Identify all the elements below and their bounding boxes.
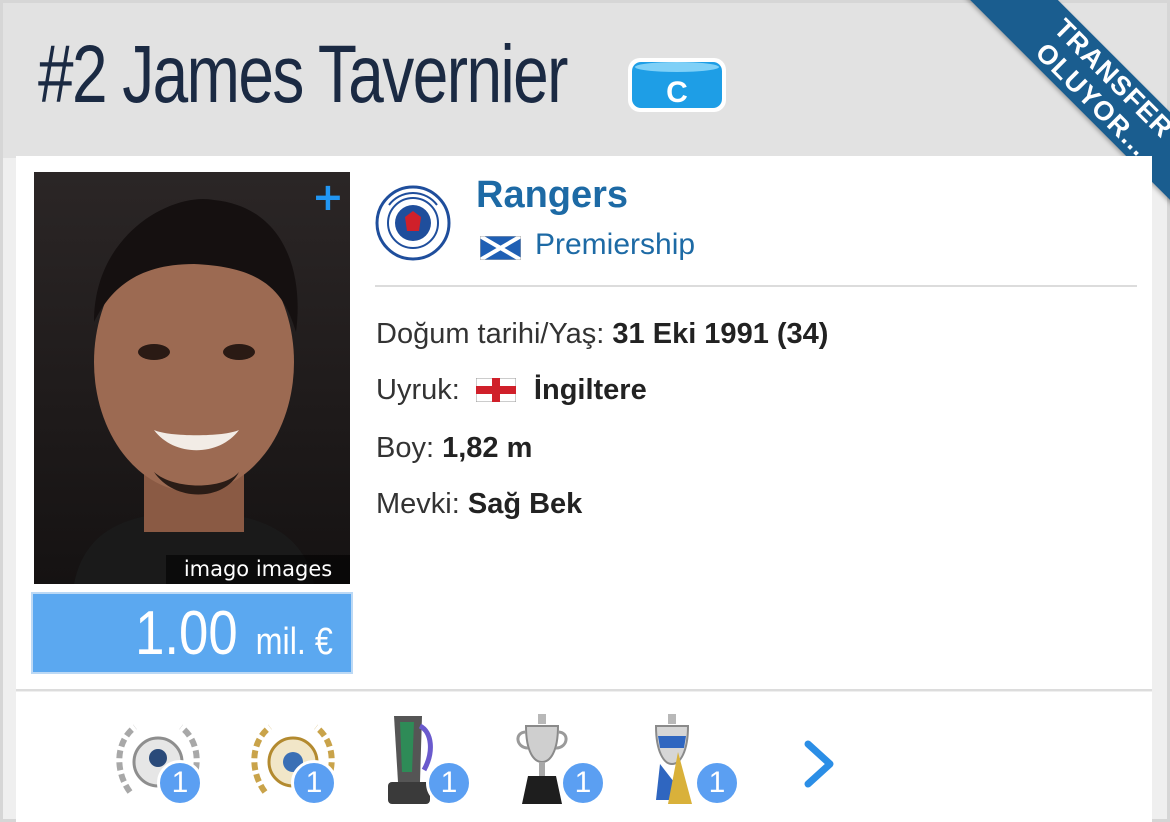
scotland-flag-icon [480, 236, 521, 260]
player-name-title: #2 James Tavernier [38, 29, 568, 120]
trophy-count-badge: 1 [426, 760, 472, 806]
position-label: Mevki: [376, 488, 460, 520]
height-row: Boy: 1,82 m [376, 432, 532, 465]
trophy-divider [16, 689, 1152, 691]
height-label: Boy: [376, 432, 435, 464]
position-row: Mevki: Sağ Bek [376, 488, 582, 521]
trophy-count-badge: 1 [560, 760, 606, 806]
photo-credit: imago images [166, 555, 350, 584]
info-divider [375, 285, 1137, 287]
market-value-unit: mil. € [255, 621, 333, 663]
height-value: 1,82 m [442, 432, 533, 464]
nationality-value[interactable]: İngiltere [534, 374, 647, 406]
rangers-crest-icon[interactable] [375, 185, 451, 261]
nationality-row: Uyruk: İngiltere [376, 374, 647, 407]
photo-expand-icon[interactable]: + [312, 178, 344, 216]
trophy-count-badge: 1 [291, 760, 337, 806]
england-flag-icon [475, 378, 516, 402]
chevron-right-icon[interactable] [800, 738, 840, 790]
captain-armband-icon: C [628, 58, 726, 112]
market-value-box[interactable]: 1.00 mil. € [31, 592, 353, 674]
player-photo[interactable] [34, 172, 350, 584]
birth-date-row: Doğum tarihi/Yaş: 31 Eki 1991 (34) [376, 318, 828, 351]
trophy-count-badge: 1 [157, 760, 203, 806]
nationality-label: Uyruk: [376, 374, 460, 406]
captain-badge-letter: C [666, 76, 688, 109]
club-name-link[interactable]: Rangers [476, 174, 628, 217]
position-value: Sağ Bek [467, 488, 583, 520]
player-portrait-image [74, 199, 314, 584]
birth-value: 31 Eki 1991 (34) [612, 318, 829, 350]
league-name-link[interactable]: Premiership [535, 228, 695, 262]
trophy-count-badge: 1 [694, 760, 740, 806]
birth-label: Doğum tarihi/Yaş: [376, 318, 605, 350]
market-value-number: 1.00 [135, 599, 238, 668]
